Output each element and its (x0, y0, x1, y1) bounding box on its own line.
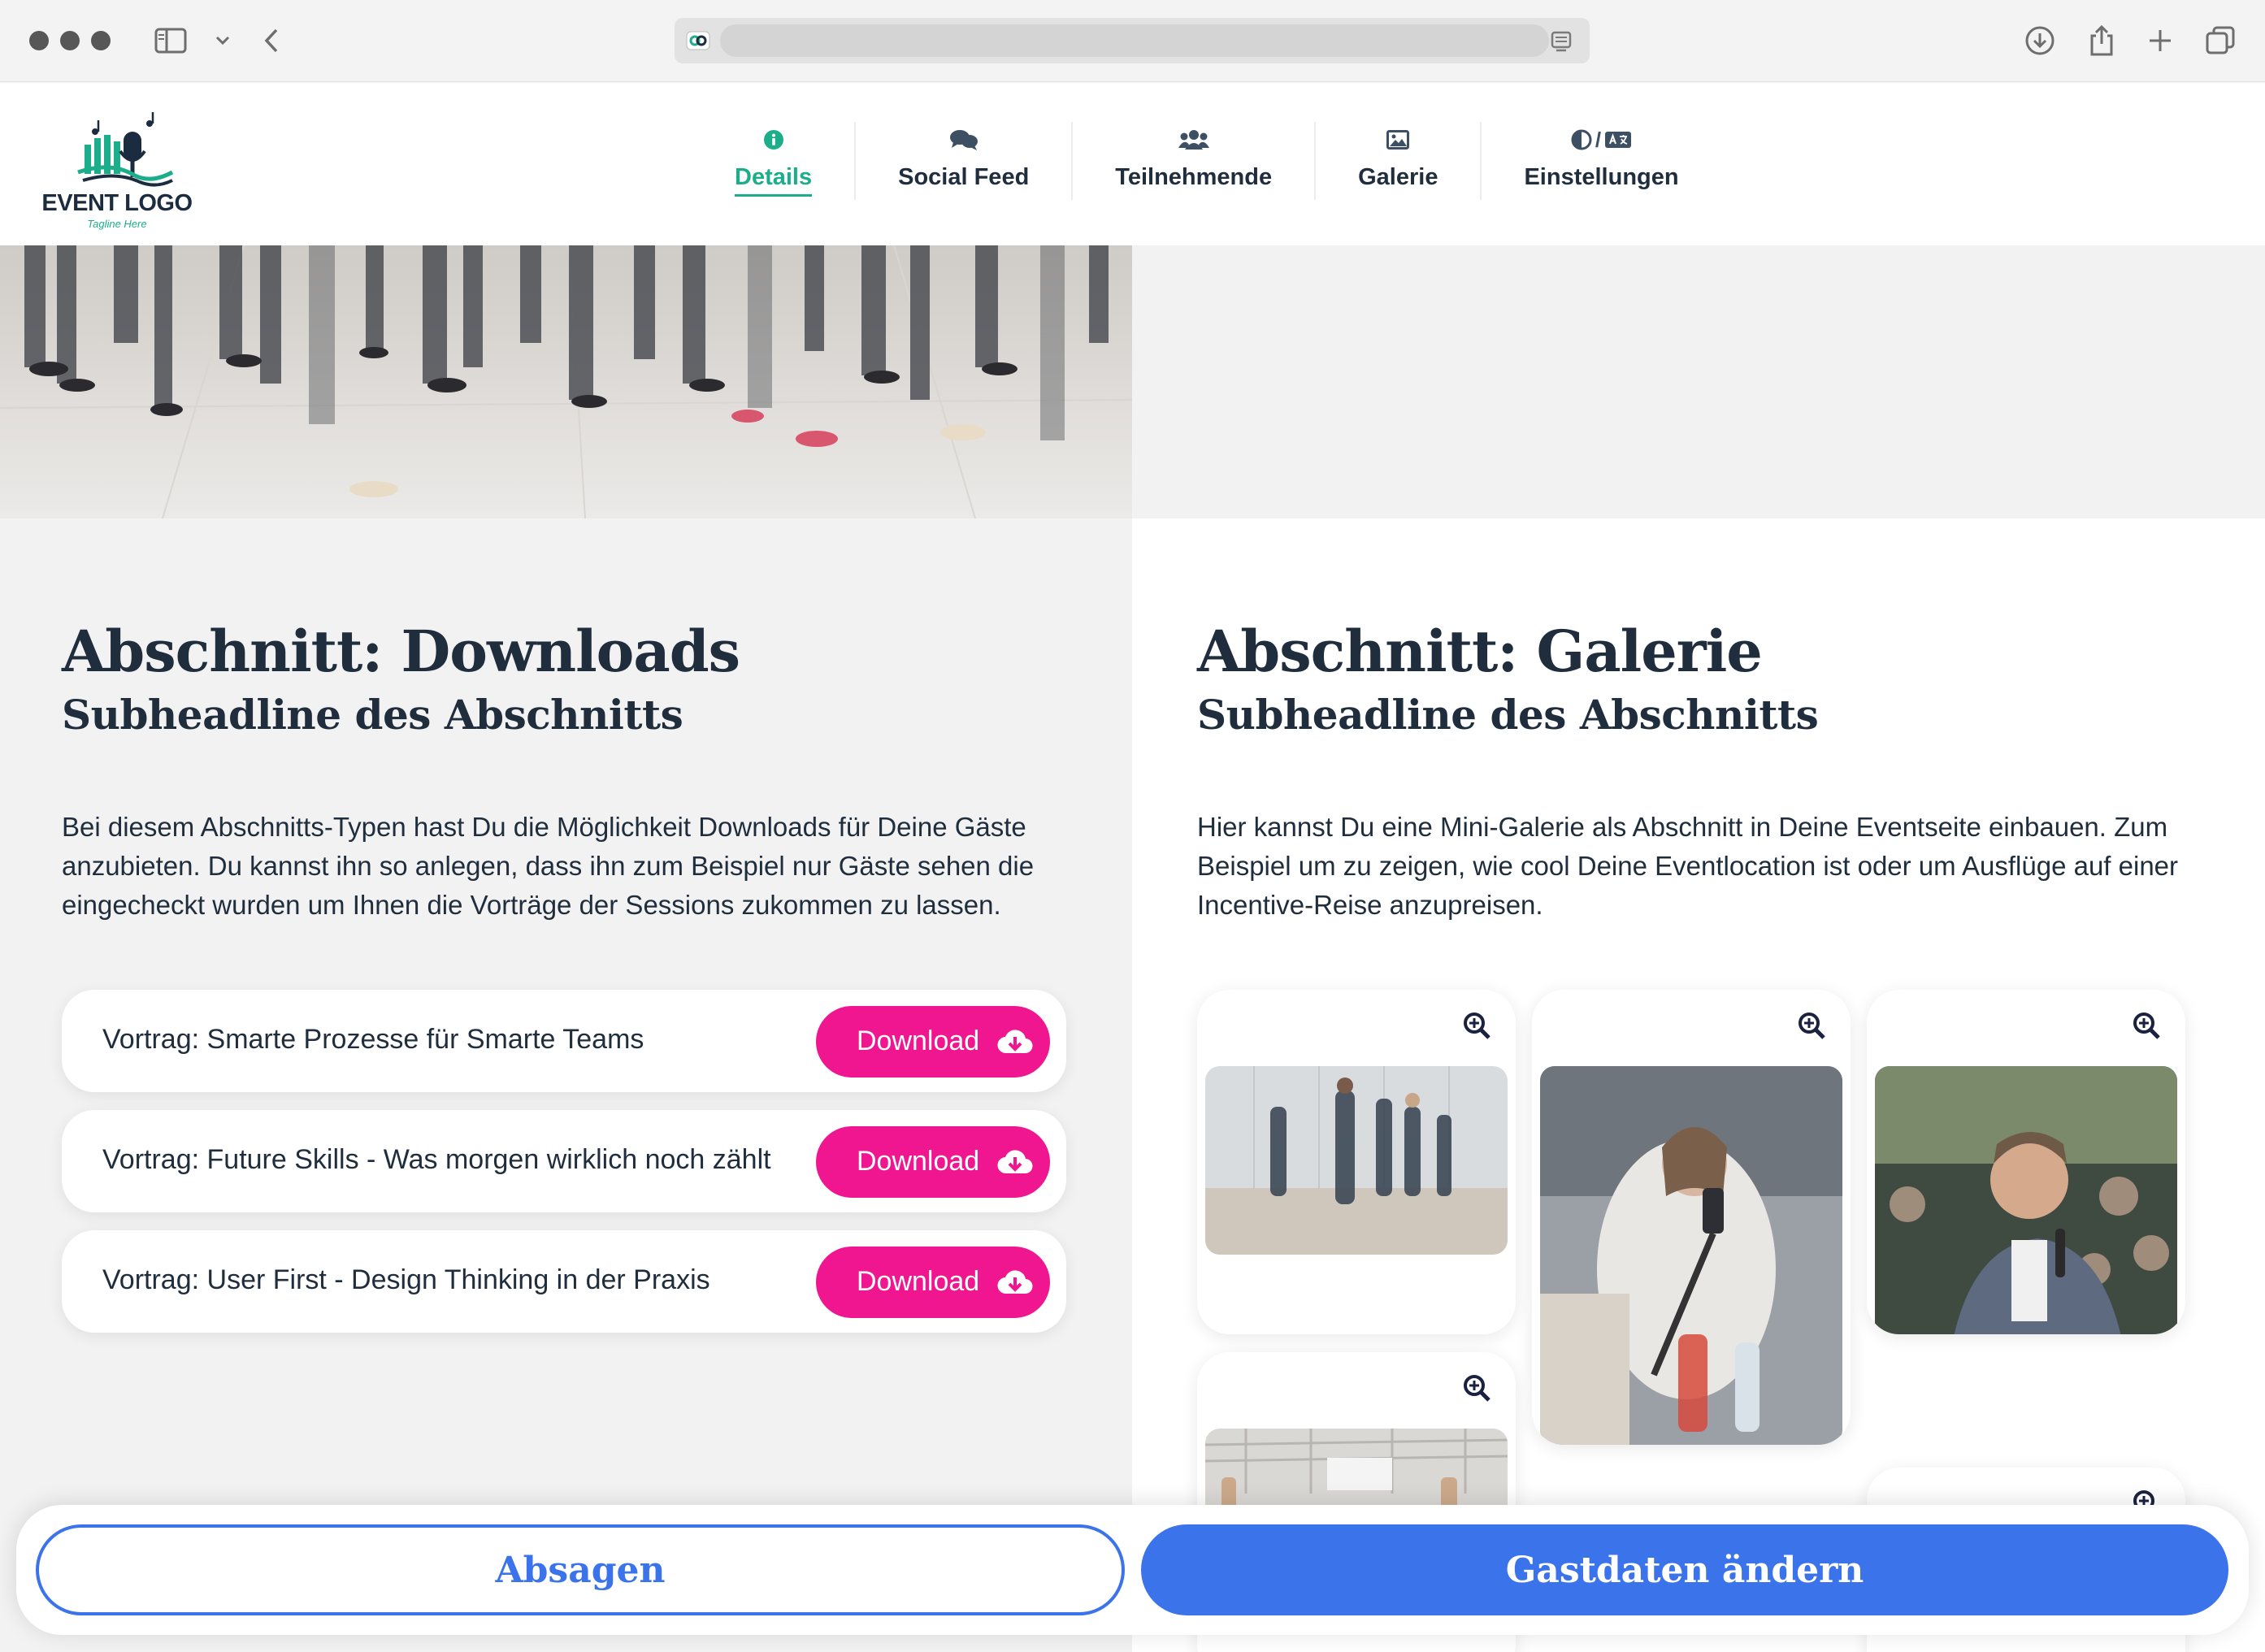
downloads-section: Abschnitt: Downloads Subheadline des Abs… (0, 518, 1132, 1652)
download-item-label: Vortrag: Smarte Prozesse für Smarte Team… (102, 1024, 644, 1055)
gallery-body-line: Incentive-Reise anzupreisen. (1197, 890, 1543, 920)
address-bar[interactable] (675, 18, 1590, 63)
downloads-body-line: Bei diesem Abschnitts-Typen hast Du die … (62, 812, 1026, 842)
download-item-label: Vortrag: User First - Design Thinking in… (102, 1264, 710, 1295)
logo-mark-icon (77, 112, 174, 187)
tab-overview-icon[interactable] (2201, 21, 2240, 60)
minimize-window-dot[interactable] (60, 31, 80, 50)
gallery-title: Abschnitt: Galerie (1197, 618, 1763, 685)
gallery-card[interactable] (1532, 990, 1851, 1445)
gallery-card[interactable] (1197, 990, 1516, 1334)
cloud-download-icon (997, 1150, 1033, 1174)
tab-einstellungen[interactable]: / Einstellungen (1482, 122, 1720, 200)
download-item-label: Vortrag: Future Skills - Was morgen wirk… (102, 1144, 771, 1175)
tab-social-feed[interactable]: Social Feed (856, 122, 1074, 200)
download-button[interactable]: Download (816, 1126, 1050, 1198)
downloads-subtitle: Subheadline des Abschnitts (62, 691, 683, 739)
cloud-download-icon (997, 1270, 1033, 1294)
tab-galerie[interactable]: Galerie (1316, 122, 1482, 200)
site-header: EVENT LOGO Tagline Here Details Social F… (0, 83, 2265, 245)
tab-details-label: Details (735, 164, 813, 197)
gallery-card[interactable] (1867, 990, 2185, 1334)
share-icon[interactable] (2082, 21, 2121, 60)
language-icon (1605, 132, 1632, 148)
settings-icon-group: / (1571, 122, 1632, 158)
gallery-body-line: Hier kannst Du eine Mini-Galerie als Abs… (1197, 812, 2168, 842)
tab-galerie-label: Galerie (1358, 164, 1438, 190)
window-controls[interactable] (29, 31, 111, 50)
tab-details[interactable]: Details (699, 122, 857, 200)
settings-separator: / (1595, 127, 1602, 152)
download-button-label: Download (857, 1146, 980, 1177)
downloads-body-line: anzubieten. Du kannst ihn so anlegen, da… (62, 851, 1035, 881)
tab-teilnehmende[interactable]: Teilnehmende (1073, 122, 1317, 200)
event-logo[interactable]: EVENT LOGO Tagline Here (36, 99, 198, 234)
logo-tagline: Tagline Here (87, 218, 147, 230)
zoom-window-dot[interactable] (91, 31, 111, 50)
tab-teilnehmende-label: Teilnehmende (1115, 164, 1273, 190)
download-item: Vortrag: Future Skills - Was morgen wirk… (62, 1110, 1066, 1212)
downloads-body-line: eingecheckt wurden um Ihnen die Vorträge… (62, 890, 1001, 920)
zoom-in-icon[interactable] (1462, 1011, 1491, 1040)
zoom-in-icon[interactable] (2132, 1011, 2161, 1040)
url-field[interactable] (720, 24, 1549, 57)
cancel-attendance-button[interactable]: Absagen (36, 1524, 1125, 1615)
download-item: Vortrag: User First - Design Thinking in… (62, 1230, 1066, 1333)
cloud-download-icon (997, 1030, 1033, 1054)
gallery-subtitle: Subheadline des Abschnitts (1197, 691, 1819, 739)
favicon-icon (686, 31, 710, 50)
close-window-dot[interactable] (29, 31, 49, 50)
reader-icon[interactable] (1549, 29, 1573, 54)
users-icon (1178, 122, 1209, 158)
download-button-label: Download (857, 1266, 980, 1297)
gallery-image-audience-smartphone (1540, 1066, 1842, 1445)
gallery-image-people-walking (1205, 1066, 1508, 1255)
download-button[interactable]: Download (816, 1006, 1050, 1077)
hero-image (0, 245, 1132, 518)
back-arrow-icon[interactable] (252, 21, 291, 60)
contrast-icon (1571, 129, 1592, 150)
action-bar: Absagen Gastdaten ändern (16, 1505, 2249, 1635)
chat-bubbles-icon (949, 122, 978, 158)
hero-right-placeholder (1132, 245, 2265, 518)
browser-toolbar (0, 0, 2265, 82)
download-button-label: Download (857, 1025, 980, 1056)
zoom-in-icon[interactable] (1462, 1373, 1491, 1403)
tab-einstellungen-label: Einstellungen (1524, 164, 1679, 190)
tab-social-feed-label: Social Feed (898, 164, 1030, 190)
logo-text: EVENT LOGO (41, 190, 193, 216)
downloads-description: Bei diesem Abschnitts-Typen hast Du die … (62, 808, 1086, 925)
gallery-section: Abschnitt: Galerie Subheadline des Absch… (1132, 518, 2265, 1652)
new-tab-plus-icon[interactable] (2141, 21, 2180, 60)
image-icon (1386, 122, 1410, 158)
download-button[interactable]: Download (816, 1247, 1050, 1318)
download-item: Vortrag: Smarte Prozesse für Smarte Team… (62, 990, 1066, 1092)
main-navigation: Details Social Feed Teilnehmende Galerie… (699, 122, 1721, 219)
gallery-image-speaker (1875, 1066, 2177, 1334)
downloads-title: Abschnitt: Downloads (62, 618, 740, 685)
gallery-description: Hier kannst Du eine Mini-Galerie als Abs… (1197, 808, 2229, 925)
crowd-walking-photo (0, 245, 1132, 518)
download-icon[interactable] (2020, 21, 2059, 60)
sidebar-toggle-icon[interactable] (151, 21, 190, 60)
edit-guest-data-button[interactable]: Gastdaten ändern (1141, 1524, 2228, 1615)
zoom-in-icon[interactable] (1797, 1011, 1826, 1040)
gallery-body-line: Beispiel um zu zeigen, wie cool Deine Ev… (1197, 851, 2179, 881)
info-circle-icon (763, 122, 784, 158)
chevron-down-icon[interactable] (203, 21, 242, 60)
